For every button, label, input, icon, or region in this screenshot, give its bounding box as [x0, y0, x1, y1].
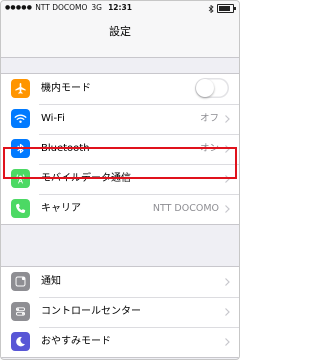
airplane-icon: [11, 79, 30, 98]
settings-group-system: 通知 コントロールセンター おやすみモード: [1, 266, 239, 358]
row-mobile-data[interactable]: モバイルデータ通信: [1, 164, 239, 194]
chevron-right-icon: [225, 175, 230, 183]
chevron-right-icon: [225, 205, 230, 213]
notifications-label: 通知: [41, 276, 61, 287]
bluetooth-label: Bluetooth: [41, 143, 90, 154]
settings-group-connectivity: 機内モード Wi-Fi オフ Bluetooth オン モバイルデータ通信 キャ…: [1, 73, 239, 225]
screen-frame: ●●●●● NTT DOCOMO 3G 12:31 設定 機内モード Wi-Fi…: [0, 0, 240, 360]
row-notifications[interactable]: 通知: [1, 267, 239, 297]
chevron-right-icon: [225, 278, 230, 286]
navigation-bar: 設定: [1, 15, 239, 58]
mobile-data-label: モバイルデータ通信: [41, 173, 131, 184]
bluetooth-status-icon: [208, 4, 214, 13]
page-title: 設定: [109, 25, 131, 38]
wifi-icon: [11, 109, 30, 128]
wifi-value: オフ: [199, 113, 219, 124]
airplane-mode-label: 機内モード: [41, 83, 91, 94]
carrier-value: NTT DOCOMO: [152, 203, 219, 214]
row-bluetooth[interactable]: Bluetooth オン: [1, 134, 239, 164]
bluetooth-value: オン: [199, 143, 219, 154]
battery-icon: [217, 4, 236, 13]
notifications-icon: [11, 272, 30, 291]
antenna-icon: [11, 169, 30, 188]
chevron-right-icon: [225, 308, 230, 316]
do-not-disturb-label: おやすみモード: [41, 336, 111, 347]
control-center-icon: [11, 302, 30, 321]
row-wifi[interactable]: Wi-Fi オフ: [1, 104, 239, 134]
phone-icon: [11, 199, 30, 218]
airplane-mode-toggle[interactable]: [195, 78, 229, 98]
wifi-label: Wi-Fi: [41, 113, 65, 124]
control-center-label: コントロールセンター: [41, 306, 141, 317]
carrier-label: キャリア: [41, 203, 81, 214]
status-time: 12:31: [108, 3, 132, 12]
moon-icon: [11, 332, 30, 351]
toggle-knob: [196, 79, 214, 97]
row-control-center[interactable]: コントロールセンター: [1, 297, 239, 327]
row-airplane-mode[interactable]: 機内モード: [1, 74, 239, 104]
chevron-right-icon: [225, 145, 230, 153]
row-do-not-disturb[interactable]: おやすみモード: [1, 327, 239, 357]
chevron-right-icon: [225, 115, 230, 123]
status-bar: ●●●●● NTT DOCOMO 3G 12:31: [1, 1, 239, 15]
chevron-right-icon: [225, 338, 230, 346]
row-carrier[interactable]: キャリア NTT DOCOMO: [1, 194, 239, 224]
bluetooth-icon: [11, 139, 30, 158]
